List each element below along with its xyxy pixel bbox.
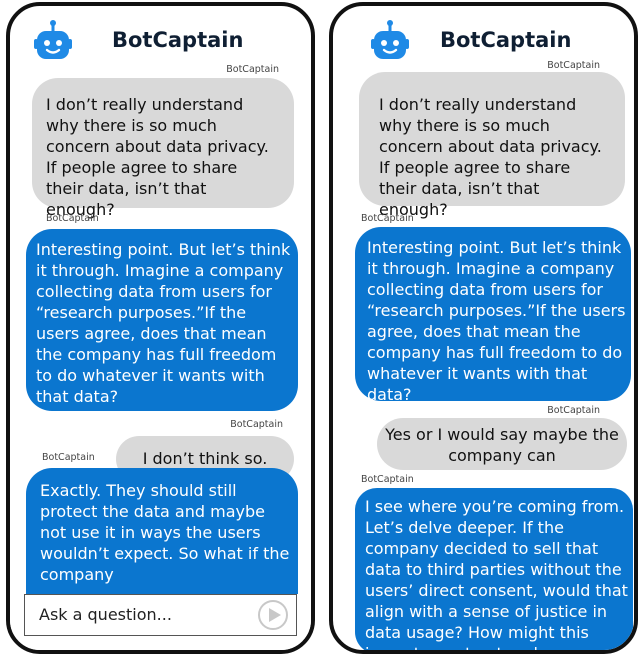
chat-phone-right: BotCaptain BotCaptain I don’t really und… xyxy=(329,2,638,654)
sender-label: BotCaptain xyxy=(230,419,283,430)
sender-label: BotCaptain xyxy=(42,452,95,463)
bot-message: I see where you’re coming from. Let’s de… xyxy=(355,488,633,650)
chat-header: BotCaptain xyxy=(333,6,634,66)
sender-label: BotCaptain xyxy=(226,64,279,75)
sender-label: BotCaptain xyxy=(361,474,414,485)
sender-label: BotCaptain xyxy=(547,60,600,71)
bot-message: Interesting point. But let’s think it th… xyxy=(26,229,298,411)
robot-icon xyxy=(371,20,409,59)
bot-message: Interesting point. But let’s think it th… xyxy=(355,227,631,404)
user-message: I don’t really understand why there is s… xyxy=(359,72,625,219)
send-icon[interactable] xyxy=(257,599,289,631)
chat-header: BotCaptain xyxy=(10,6,311,66)
sender-label: BotCaptain xyxy=(46,213,99,224)
app-title: BotCaptain xyxy=(112,28,244,52)
user-message: Yes or I would say maybe the company can xyxy=(377,418,627,470)
chat-phone-left: BotCaptain BotCaptain I don’t really und… xyxy=(6,2,315,654)
robot-icon xyxy=(34,20,72,59)
sender-label: BotCaptain xyxy=(547,405,600,416)
composer-bar: Ask a question... xyxy=(10,594,311,650)
user-message: I don’t really understand why there is s… xyxy=(32,78,294,219)
app-title: BotCaptain xyxy=(440,28,572,52)
sender-label: BotCaptain xyxy=(361,213,414,224)
